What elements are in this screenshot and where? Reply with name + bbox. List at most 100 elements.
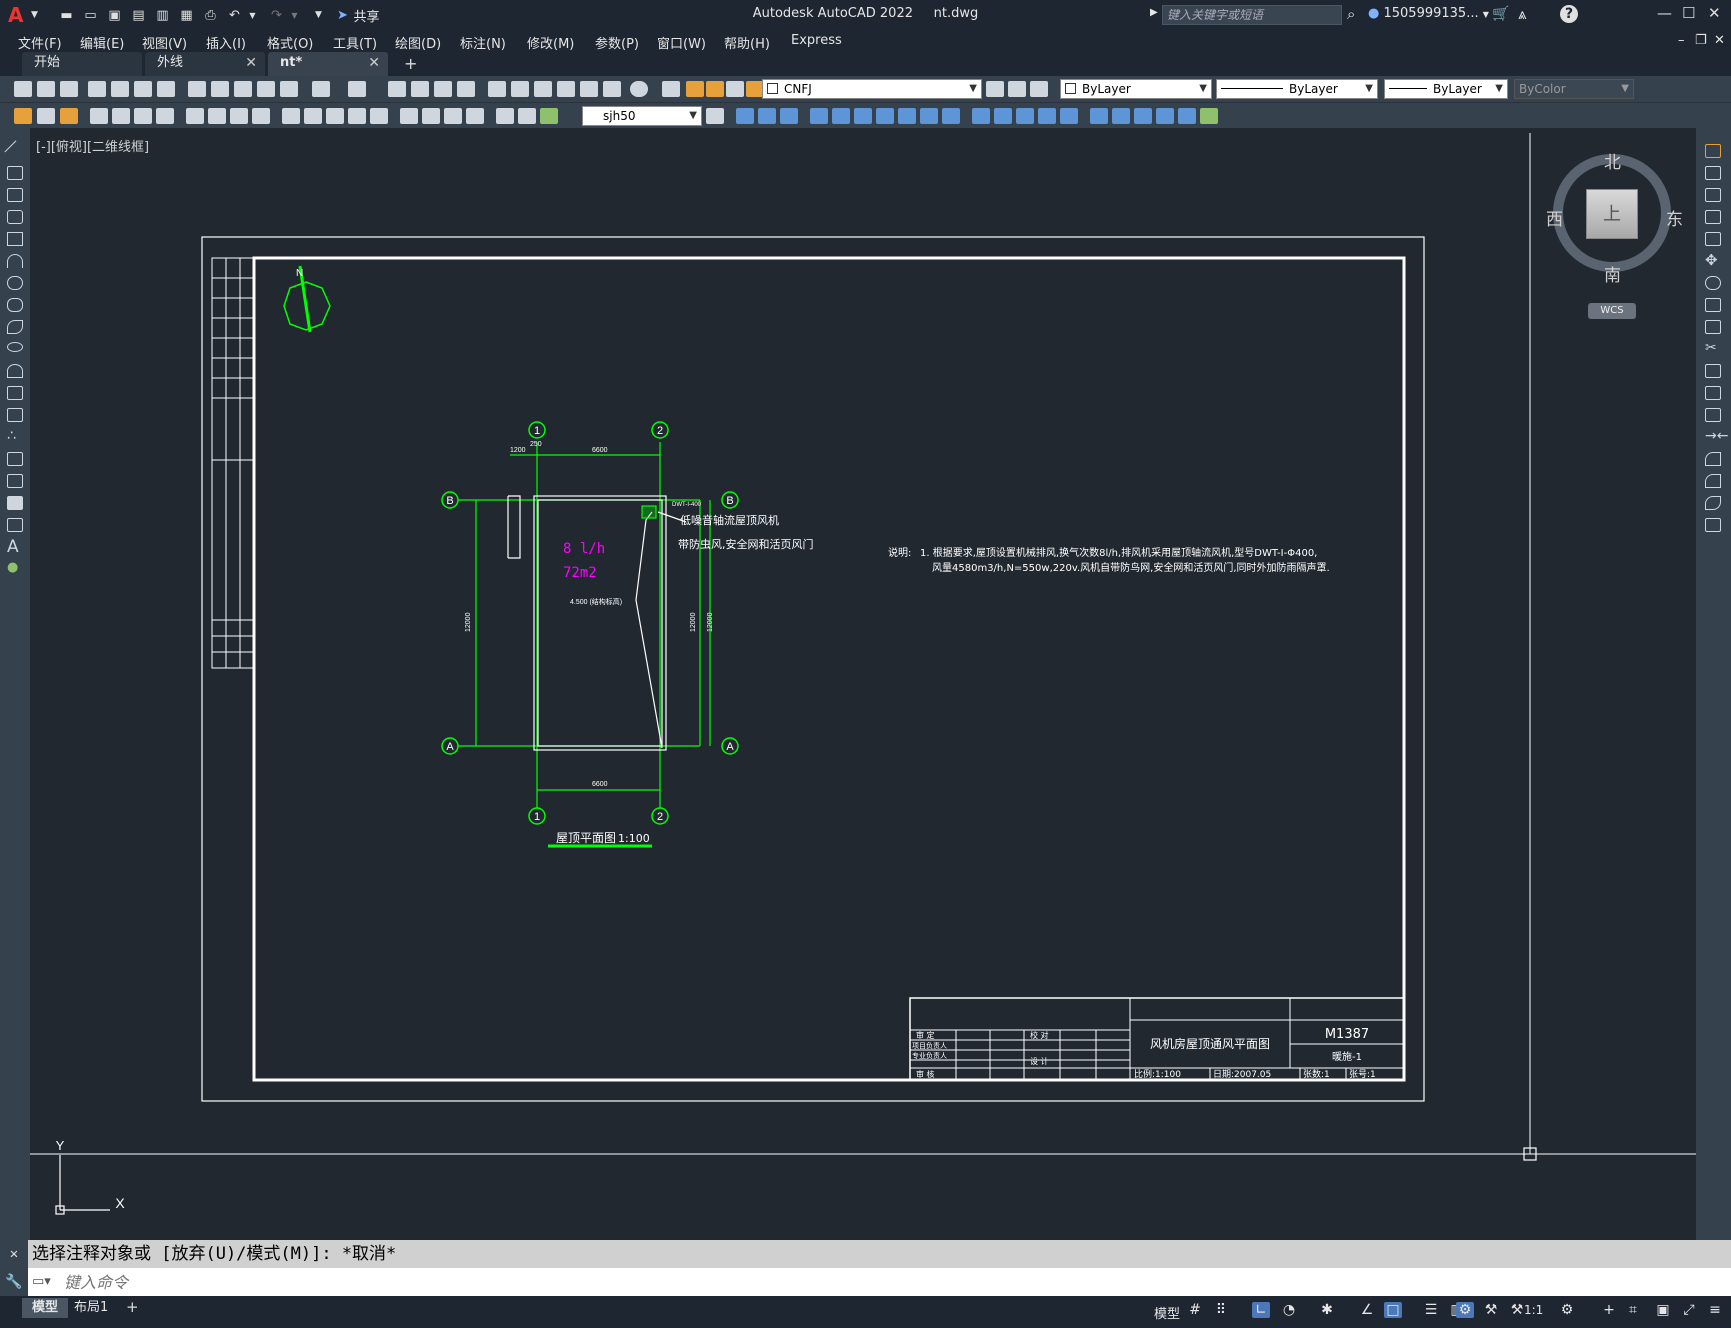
compass-south[interactable]: 南 <box>1604 261 1621 286</box>
zoom-previous-icon[interactable] <box>457 81 475 97</box>
command-input[interactable] <box>64 1270 1684 1294</box>
erase-icon[interactable] <box>1705 144 1721 158</box>
menu-help[interactable]: 帮助(H) <box>724 33 770 52</box>
ordinate-dim-icon[interactable] <box>156 108 174 124</box>
tool-palettes-icon[interactable] <box>534 81 552 97</box>
doc-minimize-icon[interactable]: – <box>1678 33 1685 48</box>
isodraft-icon[interactable]: ✱ <box>1318 1302 1336 1318</box>
publish-icon[interactable] <box>134 81 152 97</box>
move-modify-icon[interactable]: ✥ <box>1705 253 1721 268</box>
scale-modify-icon[interactable] <box>1705 298 1721 312</box>
lineweight-icon[interactable]: ☰ <box>1422 1302 1440 1318</box>
rotate-modify-icon[interactable] <box>1705 276 1721 290</box>
baseline-dim-icon[interactable] <box>304 108 322 124</box>
explode-icon[interactable] <box>1705 518 1721 532</box>
save-file-icon[interactable] <box>60 81 78 97</box>
polyline-icon[interactable] <box>7 188 23 202</box>
application-menu-icon[interactable]: A <box>8 3 23 27</box>
menu-format[interactable]: 格式(O) <box>267 33 313 52</box>
dim-space-icon[interactable] <box>348 108 366 124</box>
calculator-icon[interactable] <box>603 81 621 97</box>
mtext-icon[interactable]: A <box>7 539 23 556</box>
draw-order-above-icon[interactable] <box>780 108 798 124</box>
layer-on-icon[interactable] <box>686 81 704 97</box>
zoom-window-icon[interactable] <box>434 81 452 97</box>
break-point-icon[interactable] <box>1705 386 1721 400</box>
units-icon[interactable]: ⌗ <box>1624 1302 1642 1318</box>
add-selected-icon[interactable]: ● <box>7 561 23 576</box>
color-select[interactable]: ByLayer ▼ <box>1060 79 1212 99</box>
isolate-icon[interactable] <box>1090 108 1108 124</box>
chamfer-icon[interactable] <box>1705 452 1721 466</box>
menu-modify[interactable]: 修改(M) <box>527 33 574 52</box>
new-tab-icon[interactable]: + <box>404 54 417 73</box>
linear-dim-icon[interactable] <box>90 108 108 124</box>
inspect-icon[interactable] <box>444 108 462 124</box>
tab-nt[interactable]: nt* ✕ <box>268 52 388 76</box>
auto-scale-icon[interactable]: ⚒ <box>1482 1302 1500 1318</box>
undo-tb-icon[interactable] <box>312 81 330 97</box>
mirror-icon[interactable] <box>898 108 916 124</box>
circle-icon[interactable] <box>7 276 23 290</box>
menu-file[interactable]: 文件(F) <box>18 33 62 52</box>
doc-restore-icon[interactable]: ❐ <box>1695 33 1707 48</box>
jogged-linear-icon[interactable] <box>466 108 484 124</box>
grid-icon[interactable]: # <box>1186 1302 1204 1318</box>
cut-icon[interactable] <box>188 81 206 97</box>
layer-select[interactable]: CNFJ ▼ <box>762 79 982 99</box>
radius-dim-icon[interactable] <box>186 108 204 124</box>
aligned-dim-icon[interactable] <box>112 108 130 124</box>
region-icon[interactable] <box>7 496 23 510</box>
maximize-icon[interactable]: ☐ <box>1682 4 1695 22</box>
mirror-modify-icon[interactable] <box>1705 188 1721 202</box>
ortho-icon[interactable]: ∟ <box>1252 1302 1270 1318</box>
minimize-icon[interactable]: — <box>1657 4 1672 22</box>
open-file-icon[interactable] <box>37 81 55 97</box>
redo-dropdown-icon[interactable]: ▼ <box>285 7 303 23</box>
scale-label[interactable]: 1:1 <box>1524 1303 1543 1317</box>
help-tb-icon[interactable] <box>630 81 648 97</box>
make-block-icon[interactable] <box>7 408 23 422</box>
copy-modify-icon[interactable] <box>1705 166 1721 180</box>
continue-dim-icon[interactable] <box>326 108 344 124</box>
ungroup-icon[interactable] <box>994 108 1012 124</box>
draw-order-front-icon[interactable] <box>736 108 754 124</box>
new-layout-icon[interactable]: + <box>126 1298 139 1316</box>
copy-obj-icon[interactable] <box>832 108 850 124</box>
offset-icon[interactable] <box>1705 210 1721 224</box>
markup-icon[interactable] <box>580 81 598 97</box>
annotation-visibility-icon[interactable]: ⚙ <box>1456 1302 1474 1318</box>
join-icon[interactable]: →← <box>1705 429 1728 444</box>
group-select-icon[interactable] <box>1038 108 1056 124</box>
ellipse-icon[interactable] <box>7 342 23 352</box>
menu-edit[interactable]: 编辑(E) <box>80 33 124 52</box>
rotate-icon[interactable] <box>876 108 894 124</box>
tab-waixian[interactable]: 外线 ✕ <box>145 52 265 76</box>
menu-tools[interactable]: 工具(T) <box>333 33 377 52</box>
dim-style-icon[interactable] <box>37 108 55 124</box>
layer-manager-icon[interactable] <box>662 81 680 97</box>
jogged-dim-icon[interactable] <box>208 108 226 124</box>
make-current-icon[interactable] <box>986 81 1004 97</box>
viewcube-face-top[interactable]: 上 <box>1586 189 1638 239</box>
properties-icon[interactable] <box>488 81 506 97</box>
dim-edit-icon[interactable] <box>496 108 514 124</box>
annotation-monitor-icon[interactable]: + <box>1600 1302 1618 1318</box>
layer-state-icon[interactable] <box>1030 81 1048 97</box>
tolerance-icon[interactable] <box>400 108 418 124</box>
pan-icon[interactable] <box>388 81 406 97</box>
command-customize-icon[interactable]: 🔧 <box>0 1268 28 1296</box>
trim-icon[interactable]: ✂ <box>1705 341 1721 356</box>
user-account[interactable]: ● 1505999135... ▼ <box>1368 6 1489 21</box>
osnap-tracking-icon[interactable]: ∠ <box>1358 1302 1376 1318</box>
dim-update-icon[interactable] <box>60 108 78 124</box>
zoom-realtime-icon[interactable] <box>411 81 429 97</box>
workspace-icon[interactable] <box>14 108 32 124</box>
point-icon[interactable]: ∴ <box>7 429 23 444</box>
arc-icon[interactable] <box>7 254 23 268</box>
polar-icon[interactable]: ◔ <box>1280 1302 1298 1318</box>
3d-print-icon[interactable] <box>157 81 175 97</box>
array-icon[interactable] <box>942 108 960 124</box>
new-icon[interactable]: ▬ <box>57 7 75 23</box>
group-icon[interactable] <box>972 108 990 124</box>
